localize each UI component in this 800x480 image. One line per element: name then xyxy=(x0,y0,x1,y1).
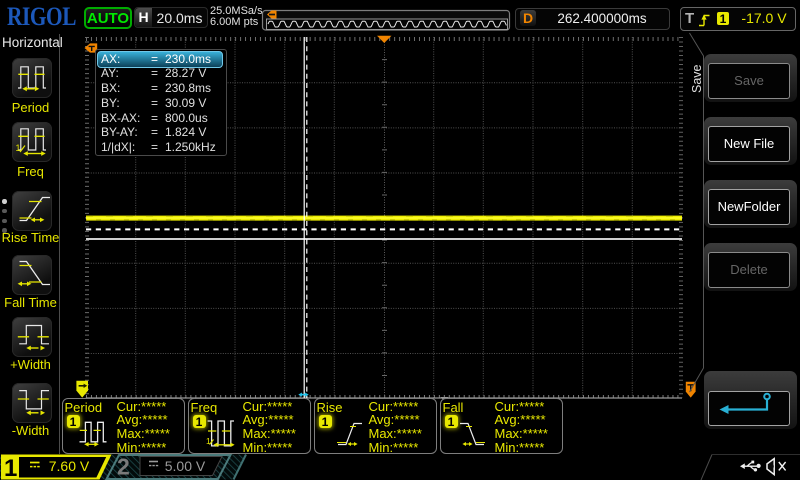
svg-text:7.60 V: 7.60 V xyxy=(49,458,90,474)
svg-text:1: 1 xyxy=(4,455,17,480)
svg-text:2: 2 xyxy=(117,454,130,480)
svg-text:5.00 V: 5.00 V xyxy=(165,458,206,474)
svg-text:1: 1 xyxy=(206,436,211,446)
